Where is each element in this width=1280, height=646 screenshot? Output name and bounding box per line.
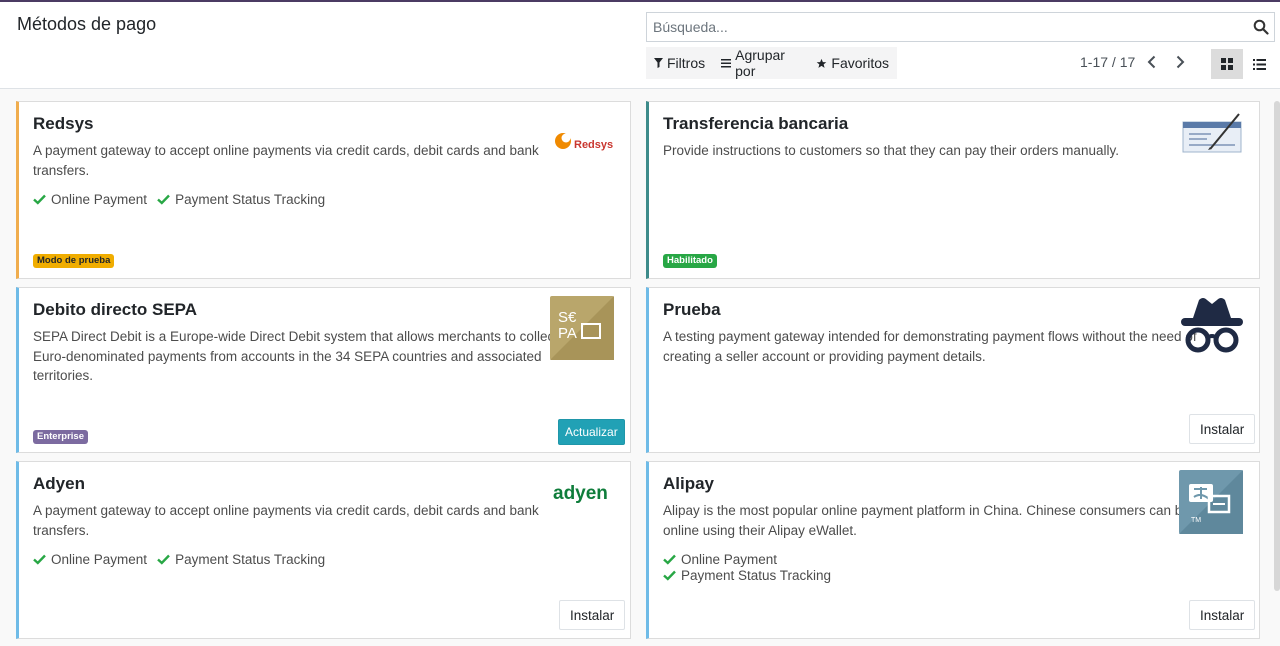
check-icon [663, 554, 676, 565]
update-button[interactable]: Actualizar [558, 419, 625, 445]
scrollbar[interactable] [1274, 101, 1280, 591]
description-line: Provide instructions to customers so tha… [663, 143, 1119, 158]
card-title: Adyen [33, 474, 85, 493]
favorites-button[interactable]: Favoritos [808, 47, 897, 79]
incognito-icon [1181, 298, 1243, 353]
filter-icon [654, 58, 663, 68]
payment-card-prueba[interactable]: Prueba A testing payment gateway intende… [646, 287, 1260, 453]
feature-item: Payment Status Tracking [157, 552, 325, 567]
svg-text:PA: PA [558, 325, 577, 342]
grid-icon [1221, 58, 1233, 70]
view-switcher [1211, 49, 1275, 79]
feature-item: Online Payment [33, 552, 147, 567]
description-line: Euro-denominated payments from accounts … [33, 348, 542, 364]
description-line: Alipay is the most popular online paymen… [663, 503, 1197, 518]
feature-label: Online Payment [681, 552, 778, 567]
redsys-logo-icon: Redsys [555, 133, 613, 151]
payment-card-alipay[interactable]: Alipay Alipay is the most popular online… [646, 461, 1260, 639]
card-title: Transferencia bancaria [663, 114, 849, 133]
card-description: A testing payment gateway intended for d… [663, 327, 1197, 366]
search-options-bar: Filtros Agrupar por Favoritos [646, 47, 897, 79]
install-button[interactable]: Instalar [559, 600, 626, 630]
svg-text:Redsys: Redsys [574, 139, 613, 151]
feature-label: Online Payment [51, 192, 148, 207]
control-panel: Métodos de pago Filtros Agrupar por Favo… [0, 2, 1280, 89]
description-line: A testing payment gateway intended for d… [663, 329, 1197, 344]
description-line: SEPA Direct Debit is a Europe-wide Direc… [33, 329, 558, 344]
search-box[interactable] [646, 12, 1275, 42]
favorites-label: Favoritos [831, 55, 889, 71]
card-description: Provide instructions to customers so tha… [663, 141, 1119, 161]
payment-card-redsys[interactable]: Redsys A payment gateway to accept onlin… [16, 101, 631, 279]
filters-label: Filtros [667, 55, 706, 71]
kanban-view-button[interactable] [1211, 49, 1243, 79]
bank-check-icon [1182, 113, 1242, 153]
adyen-logo-icon: adyen [553, 483, 608, 504]
payment-card-transferencia-bancaria[interactable]: Transferencia bancaria Provide instructi… [646, 101, 1260, 279]
description-line: A payment gateway to accept online payme… [33, 143, 539, 158]
feature-item: Payment Status Tracking [157, 192, 325, 207]
star-icon [816, 58, 827, 69]
list-view-button[interactable] [1243, 49, 1275, 79]
svg-text:TM: TM [1191, 517, 1201, 524]
feature-label: Online Payment [51, 552, 148, 567]
description-line: online using their Alipay eWallet. [663, 522, 857, 538]
check-icon [157, 554, 170, 565]
feature-label: Payment Status Tracking [175, 552, 326, 567]
feature-list: Online Payment Payment Status Tracking [33, 552, 325, 567]
card-description: A payment gateway to accept online payme… [33, 141, 539, 180]
description-line: transfers. [33, 522, 90, 538]
kanban-content: Redsys A payment gateway to accept onlin… [0, 89, 1280, 646]
feature-list: Online Payment Payment Status Tracking [663, 552, 831, 583]
edition-badge: Enterprise [33, 430, 88, 444]
description-line: A payment gateway to accept online payme… [33, 503, 539, 518]
payment-card-sepa[interactable]: Debito directo SEPA SEPA Direct Debit is… [16, 287, 631, 453]
card-title: Redsys [33, 114, 94, 133]
status-badge: Habilitado [663, 254, 717, 268]
list-icon [1252, 58, 1266, 70]
card-title: Alipay [663, 474, 715, 493]
install-button[interactable]: Instalar [1189, 414, 1256, 444]
check-icon [33, 554, 46, 565]
svg-text:S€: S€ [558, 309, 577, 326]
feature-item: Payment Status Tracking [663, 568, 831, 583]
check-icon [157, 194, 170, 205]
status-badge: Modo de prueba [33, 254, 115, 268]
bars-icon [721, 58, 732, 68]
search-input[interactable] [647, 13, 1247, 41]
search-icon[interactable] [1253, 19, 1269, 35]
card-description: Alipay is the most popular online paymen… [663, 501, 1197, 540]
card-title: Debito directo SEPA [33, 300, 198, 319]
card-description: SEPA Direct Debit is a Europe-wide Direc… [33, 327, 558, 386]
sepa-logo-icon: S€ PA [550, 296, 614, 360]
description-line: creating a seller account or providing p… [663, 348, 986, 364]
page-title: Métodos de pago [17, 14, 157, 34]
alipay-logo-icon: TM [1179, 470, 1243, 534]
chevron-left-icon[interactable] [1144, 54, 1160, 70]
card-title: Prueba [663, 300, 721, 319]
feature-item: Online Payment [33, 192, 147, 207]
group-by-label: Agrupar por [735, 47, 785, 79]
description-line: transfers. [33, 162, 90, 178]
feature-label: Payment Status Tracking [175, 192, 326, 207]
install-button[interactable]: Instalar [1189, 600, 1256, 630]
description-line: territories. [33, 368, 94, 383]
feature-label: Payment Status Tracking [681, 568, 832, 583]
check-icon [663, 570, 676, 581]
feature-list: Online Payment Payment Status Tracking [33, 192, 325, 207]
chevron-right-icon[interactable] [1172, 54, 1188, 70]
card-description: A payment gateway to accept online payme… [33, 501, 539, 540]
feature-item: Online Payment [663, 552, 831, 567]
check-icon [33, 194, 46, 205]
pager-value[interactable]: 1-17 / 17 [1080, 54, 1135, 70]
svg-text:adyen: adyen [553, 483, 608, 504]
payment-card-adyen[interactable]: Adyen A payment gateway to accept online… [16, 461, 631, 639]
filters-button[interactable]: Filtros [646, 47, 713, 79]
group-by-button[interactable]: Agrupar por [713, 47, 808, 79]
